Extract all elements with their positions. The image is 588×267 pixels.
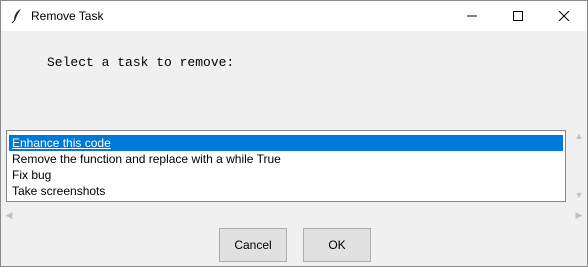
horizontal-scrollbar[interactable]: ◀ ▶ (1, 207, 587, 224)
arrow-down-icon[interactable]: ▼ (573, 190, 585, 200)
cancel-button[interactable]: Cancel (219, 228, 287, 262)
close-button[interactable] (541, 1, 587, 31)
title-bar[interactable]: Remove Task (1, 1, 587, 31)
close-icon (559, 11, 569, 21)
remove-task-dialog: Remove Task Select a task to remove: Enh… (0, 0, 588, 267)
task-item-fix-bug[interactable]: Fix bug (9, 167, 563, 183)
task-item-remove-function[interactable]: Remove the function and replace with a w… (9, 151, 563, 167)
minimize-icon (467, 11, 477, 21)
task-item-take-screenshots[interactable]: Take screenshots (9, 183, 563, 199)
vertical-scrollbar[interactable]: ▲ ▼ (571, 130, 587, 202)
task-item-enhance-this-code[interactable]: Enhance this code (9, 135, 563, 151)
arrow-left-icon[interactable]: ◀ (3, 210, 15, 220)
feather-app-icon (10, 8, 24, 24)
prompt-label: Select a task to remove: (47, 55, 235, 70)
task-listbox[interactable]: Enhance this code Remove the function an… (6, 130, 566, 202)
maximize-button[interactable] (495, 1, 541, 31)
minimize-button[interactable] (449, 1, 495, 31)
window-title: Remove Task (31, 9, 104, 23)
arrow-right-icon[interactable]: ▶ (573, 210, 585, 220)
ok-button[interactable]: OK (303, 228, 371, 262)
maximize-icon (513, 11, 523, 21)
arrow-up-icon[interactable]: ▲ (573, 131, 585, 141)
